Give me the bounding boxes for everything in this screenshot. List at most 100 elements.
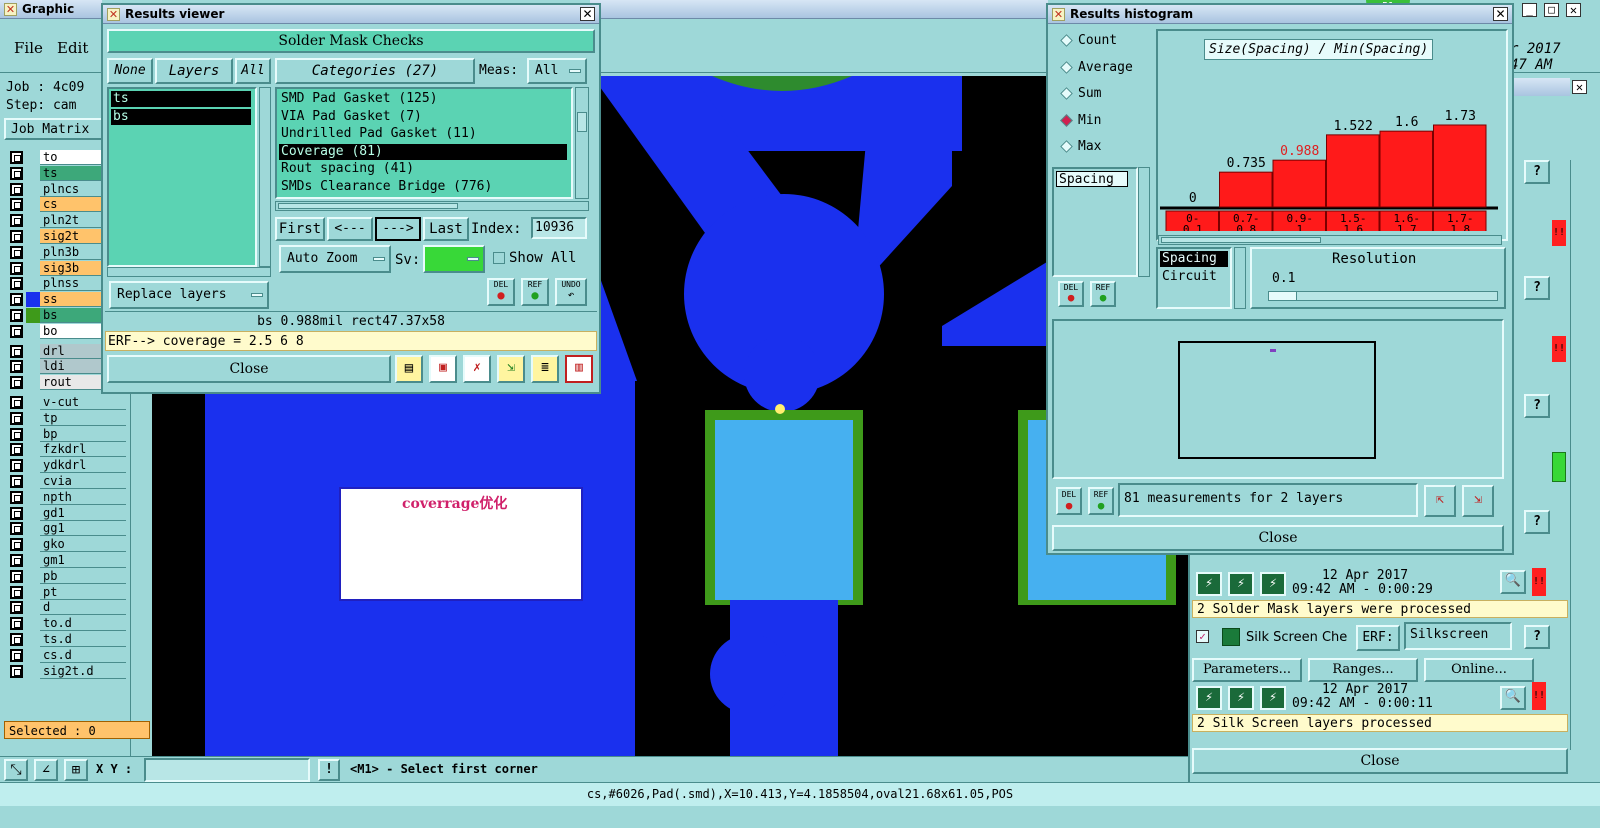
run-icon[interactable]: ⚡ (1196, 572, 1222, 596)
layer-checkbox[interactable] (10, 261, 23, 275)
hist-bar[interactable] (1219, 171, 1273, 208)
replace-layers-dropdown[interactable]: Replace layers (109, 281, 269, 309)
help-button-1[interactable]: ? (1524, 160, 1550, 184)
scroll-thumb[interactable] (577, 112, 587, 132)
all-button[interactable]: All (235, 58, 271, 84)
layer-row-tp[interactable]: tp (8, 410, 126, 426)
ref-button[interactable]: REF ● (521, 278, 549, 306)
layer-checkbox[interactable] (10, 376, 23, 390)
help-button-3[interactable]: ? (1524, 394, 1550, 418)
stat-option-count[interactable]: Count (1052, 29, 1150, 53)
right-panel-close-icon[interactable]: ✕ (1572, 80, 1587, 94)
del-button[interactable]: DEL ● (487, 278, 515, 306)
right-close-button[interactable]: Close (1192, 748, 1568, 774)
scroll-thumb[interactable] (278, 203, 458, 209)
layer-checkbox[interactable] (10, 293, 23, 307)
layer-checkbox[interactable] (10, 664, 23, 678)
list-item-spacing[interactable]: Spacing (1160, 251, 1228, 267)
erf-value[interactable]: Silkscreen (1404, 622, 1512, 650)
ranges-button[interactable]: Ranges... (1308, 658, 1418, 682)
report-icon[interactable]: ▤ (395, 355, 423, 383)
silk-help-button[interactable]: ? (1524, 625, 1550, 649)
layer-row-pt[interactable]: pt (8, 584, 126, 600)
layer-row-bp[interactable]: bp (8, 426, 126, 442)
grid-icon[interactable]: ⊞ (64, 759, 88, 781)
layer-item-ts[interactable]: ts (111, 91, 251, 107)
layer-checkbox[interactable] (10, 245, 23, 259)
layer-checkbox[interactable] (10, 166, 23, 180)
main-window-titlebar[interactable]: ✕ Graphic Editor (0, 0, 102, 35)
right-scrollbar[interactable] (1570, 160, 1584, 750)
run-icon[interactable]: ⚡ (1196, 686, 1222, 710)
hist-ref-button-2[interactable]: REF ● (1088, 487, 1114, 515)
layer-checkbox[interactable] (10, 585, 23, 599)
category-item[interactable]: SMDs Clearance Bridge (776) (279, 179, 567, 195)
help-button-2[interactable]: ? (1524, 276, 1550, 300)
layer-checkbox[interactable] (10, 601, 23, 615)
sv-color-dropdown[interactable] (423, 245, 485, 273)
run-icon[interactable]: ⚡ (1228, 686, 1254, 710)
scroll-thumb[interactable] (1161, 237, 1321, 243)
layer-row-gko[interactable]: gko (8, 537, 126, 553)
layer-row-fzkdrl[interactable]: fzkdrl (8, 442, 126, 458)
layer-checkbox[interactable] (10, 459, 23, 473)
show-all-checkbox[interactable] (493, 252, 505, 264)
menu-edit[interactable]: Edit (57, 39, 88, 57)
measure-list[interactable]: Spacing (1052, 167, 1138, 277)
win-close-button[interactable]: ✕ (1566, 3, 1581, 17)
meas-dropdown[interactable]: All (527, 58, 587, 84)
layer-row-gm1[interactable]: gm1 (8, 553, 126, 568)
layer-row-pb[interactable]: pb (8, 568, 126, 584)
layer-checkbox[interactable] (10, 648, 23, 662)
layer-row-gd1[interactable]: gd1 (8, 505, 126, 521)
layer-checkbox[interactable] (10, 617, 23, 631)
prev-button[interactable]: <--- (327, 217, 373, 241)
categories-button[interactable]: Categories (27) (275, 58, 475, 84)
layer-checkbox[interactable] (10, 522, 23, 536)
categories-hscroll[interactable] (275, 201, 589, 211)
layer-checkbox[interactable] (10, 490, 23, 504)
layer-checkbox[interactable] (10, 214, 23, 228)
layer-row-d[interactable]: d (8, 600, 126, 616)
measure-list-vscroll[interactable] (1138, 167, 1150, 277)
layer-checkbox[interactable] (10, 411, 23, 425)
image-icon[interactable]: ▣ (429, 355, 457, 383)
layer-checkbox[interactable] (10, 277, 23, 291)
layer-item-bs[interactable]: bs (111, 109, 251, 125)
layer-checkbox[interactable] (10, 324, 23, 338)
first-button[interactable]: First (275, 217, 325, 241)
results-viewer-close-button[interactable]: Close (107, 355, 391, 383)
hist-bar[interactable] (1272, 159, 1326, 208)
results-histogram-close-button[interactable]: Close (1052, 525, 1504, 551)
layer-checkbox[interactable] (10, 443, 23, 457)
zoom-icon[interactable]: 🔍 (1500, 570, 1526, 594)
layer-checkbox[interactable] (10, 309, 23, 322)
none-button[interactable]: None (107, 58, 153, 84)
win-minimize-button[interactable]: _ (1522, 3, 1537, 17)
hist-ref-button[interactable]: REF ● (1090, 281, 1116, 307)
measure-icon[interactable]: ∠ (34, 759, 58, 781)
layer-row-ydkdrl[interactable]: ydkdrl (8, 458, 126, 474)
index-input[interactable]: 10936 (531, 217, 587, 239)
preview-panel[interactable] (1052, 319, 1504, 479)
list-item-circuit[interactable]: Circuit (1160, 269, 1228, 285)
layer-checkbox[interactable] (10, 427, 23, 441)
win-maximize-button[interactable]: □ (1544, 3, 1559, 17)
delete-all-icon[interactable]: ✗ (463, 355, 491, 383)
layer-type-vscroll[interactable] (1234, 247, 1246, 309)
layer-row-ts.d[interactable]: ts.d (8, 632, 126, 647)
layer-checkbox[interactable] (10, 396, 23, 409)
run-icon[interactable]: ⚡ (1260, 572, 1286, 596)
zoom-icon[interactable]: 🔍 (1500, 686, 1526, 710)
run-icon[interactable]: ⚡ (1260, 686, 1286, 710)
histogram-icon[interactable]: ▥ (565, 355, 593, 383)
stat-option-max[interactable]: Max (1052, 135, 1150, 159)
export-left-icon[interactable]: ⇱ (1424, 485, 1456, 517)
erf-button[interactable]: ERF: (1356, 625, 1400, 651)
results-histogram-titlebar[interactable]: ✕ Results histogram ✕ (1048, 5, 1512, 24)
next-button[interactable]: ---> (375, 217, 421, 241)
results-histogram-close-icon[interactable]: ✕ (1493, 7, 1508, 21)
alert-icon[interactable]: ! (318, 759, 340, 781)
layer-row-to.d[interactable]: to.d (8, 616, 126, 632)
layer-results-list[interactable]: ts bs (107, 87, 257, 267)
